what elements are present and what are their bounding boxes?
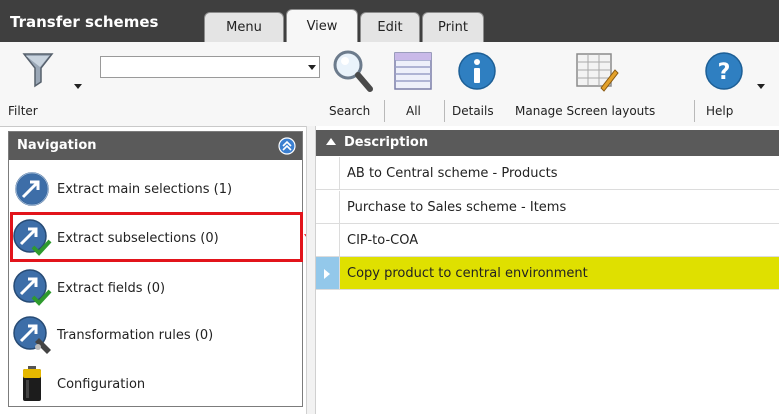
svg-text:?: ? bbox=[718, 60, 731, 85]
description-cell: Copy product to central environment bbox=[347, 265, 588, 281]
ribbon-toolbar: ? Filter Search All Details Manage Scree… bbox=[0, 42, 779, 127]
column-header-label: Description bbox=[344, 135, 429, 150]
annotation-highlight-box bbox=[10, 212, 303, 262]
search-icon[interactable] bbox=[330, 48, 374, 94]
manage-screen-layouts-label[interactable]: Manage Screen layouts bbox=[515, 104, 655, 118]
tab-menu[interactable]: Menu bbox=[204, 12, 284, 42]
help-dropdown-arrow-icon[interactable] bbox=[757, 84, 765, 89]
filter-funnel-icon[interactable] bbox=[20, 50, 68, 90]
filter-label[interactable]: Filter bbox=[8, 104, 38, 118]
nav-item-label: Extract fields (0) bbox=[57, 280, 166, 296]
description-cell: AB to Central scheme - Products bbox=[347, 165, 558, 181]
manage-screen-layouts-icon[interactable] bbox=[575, 50, 619, 92]
tab-edit[interactable]: Edit bbox=[360, 12, 420, 42]
transfer-schemes-grid: Description AB to Central scheme - Produ… bbox=[316, 126, 779, 414]
navigation-panel: Navigation Extract main selections (1) E… bbox=[8, 131, 303, 407]
nav-item-label: Transformation rules (0) bbox=[57, 327, 214, 343]
nav-item-label: Configuration bbox=[57, 376, 146, 392]
table-row[interactable]: Purchase to Sales scheme - Items bbox=[316, 191, 779, 224]
details-label[interactable]: Details bbox=[452, 104, 494, 118]
app-title: Transfer schemes bbox=[10, 13, 159, 31]
help-question-icon[interactable]: ? bbox=[703, 50, 745, 92]
details-info-icon[interactable] bbox=[456, 50, 498, 92]
transformation-rules-icon bbox=[13, 316, 51, 354]
nav-item-label: Extract main selections (1) bbox=[57, 181, 233, 197]
navigation-header: Navigation bbox=[9, 132, 302, 160]
collapse-chevrons-up-icon[interactable] bbox=[278, 137, 296, 155]
all-label[interactable]: All bbox=[406, 104, 421, 118]
nav-item-extract-fields[interactable]: Extract fields (0) bbox=[11, 265, 300, 311]
table-row[interactable]: CIP-to-COA bbox=[316, 224, 779, 257]
tab-view[interactable]: View bbox=[286, 9, 358, 42]
title-bar: Transfer schemes Menu View Edit Print bbox=[0, 0, 779, 42]
search-label[interactable]: Search bbox=[329, 104, 370, 118]
ribbon-separator bbox=[694, 100, 695, 122]
help-label[interactable]: Help bbox=[706, 104, 733, 118]
panel-splitter[interactable] bbox=[306, 126, 316, 414]
sort-ascending-icon bbox=[326, 138, 336, 145]
battery-icon bbox=[23, 366, 41, 401]
nav-item-transformation-rules[interactable]: Transformation rules (0) bbox=[11, 312, 300, 358]
extract-main-icon bbox=[15, 172, 49, 206]
current-row-pointer-icon bbox=[324, 269, 330, 279]
all-records-grid-icon[interactable] bbox=[392, 50, 434, 92]
extract-fields-check-icon bbox=[13, 269, 52, 306]
filter-dropdown-arrow-icon[interactable] bbox=[74, 84, 82, 89]
column-header-description[interactable]: Description bbox=[316, 130, 779, 156]
tab-print[interactable]: Print bbox=[422, 12, 484, 42]
row-selector[interactable] bbox=[316, 257, 340, 289]
nav-item-extract-main-selections[interactable]: Extract main selections (1) bbox=[11, 166, 300, 212]
ribbon-separator bbox=[444, 100, 445, 122]
navigation-title: Navigation bbox=[17, 138, 97, 153]
filter-input-chevron-down-icon[interactable] bbox=[308, 65, 316, 70]
nav-item-configuration[interactable]: Configuration bbox=[11, 361, 300, 407]
row-selector[interactable] bbox=[316, 157, 340, 189]
table-row[interactable]: AB to Central scheme - Products bbox=[316, 157, 779, 190]
table-row-selected[interactable]: Copy product to central environment bbox=[316, 257, 779, 290]
description-cell: Purchase to Sales scheme - Items bbox=[347, 199, 567, 215]
description-cell: CIP-to-COA bbox=[347, 232, 419, 248]
row-selector[interactable] bbox=[316, 191, 340, 223]
row-selector[interactable] bbox=[316, 224, 340, 256]
filter-input[interactable] bbox=[100, 56, 320, 78]
ribbon-separator bbox=[384, 100, 385, 122]
